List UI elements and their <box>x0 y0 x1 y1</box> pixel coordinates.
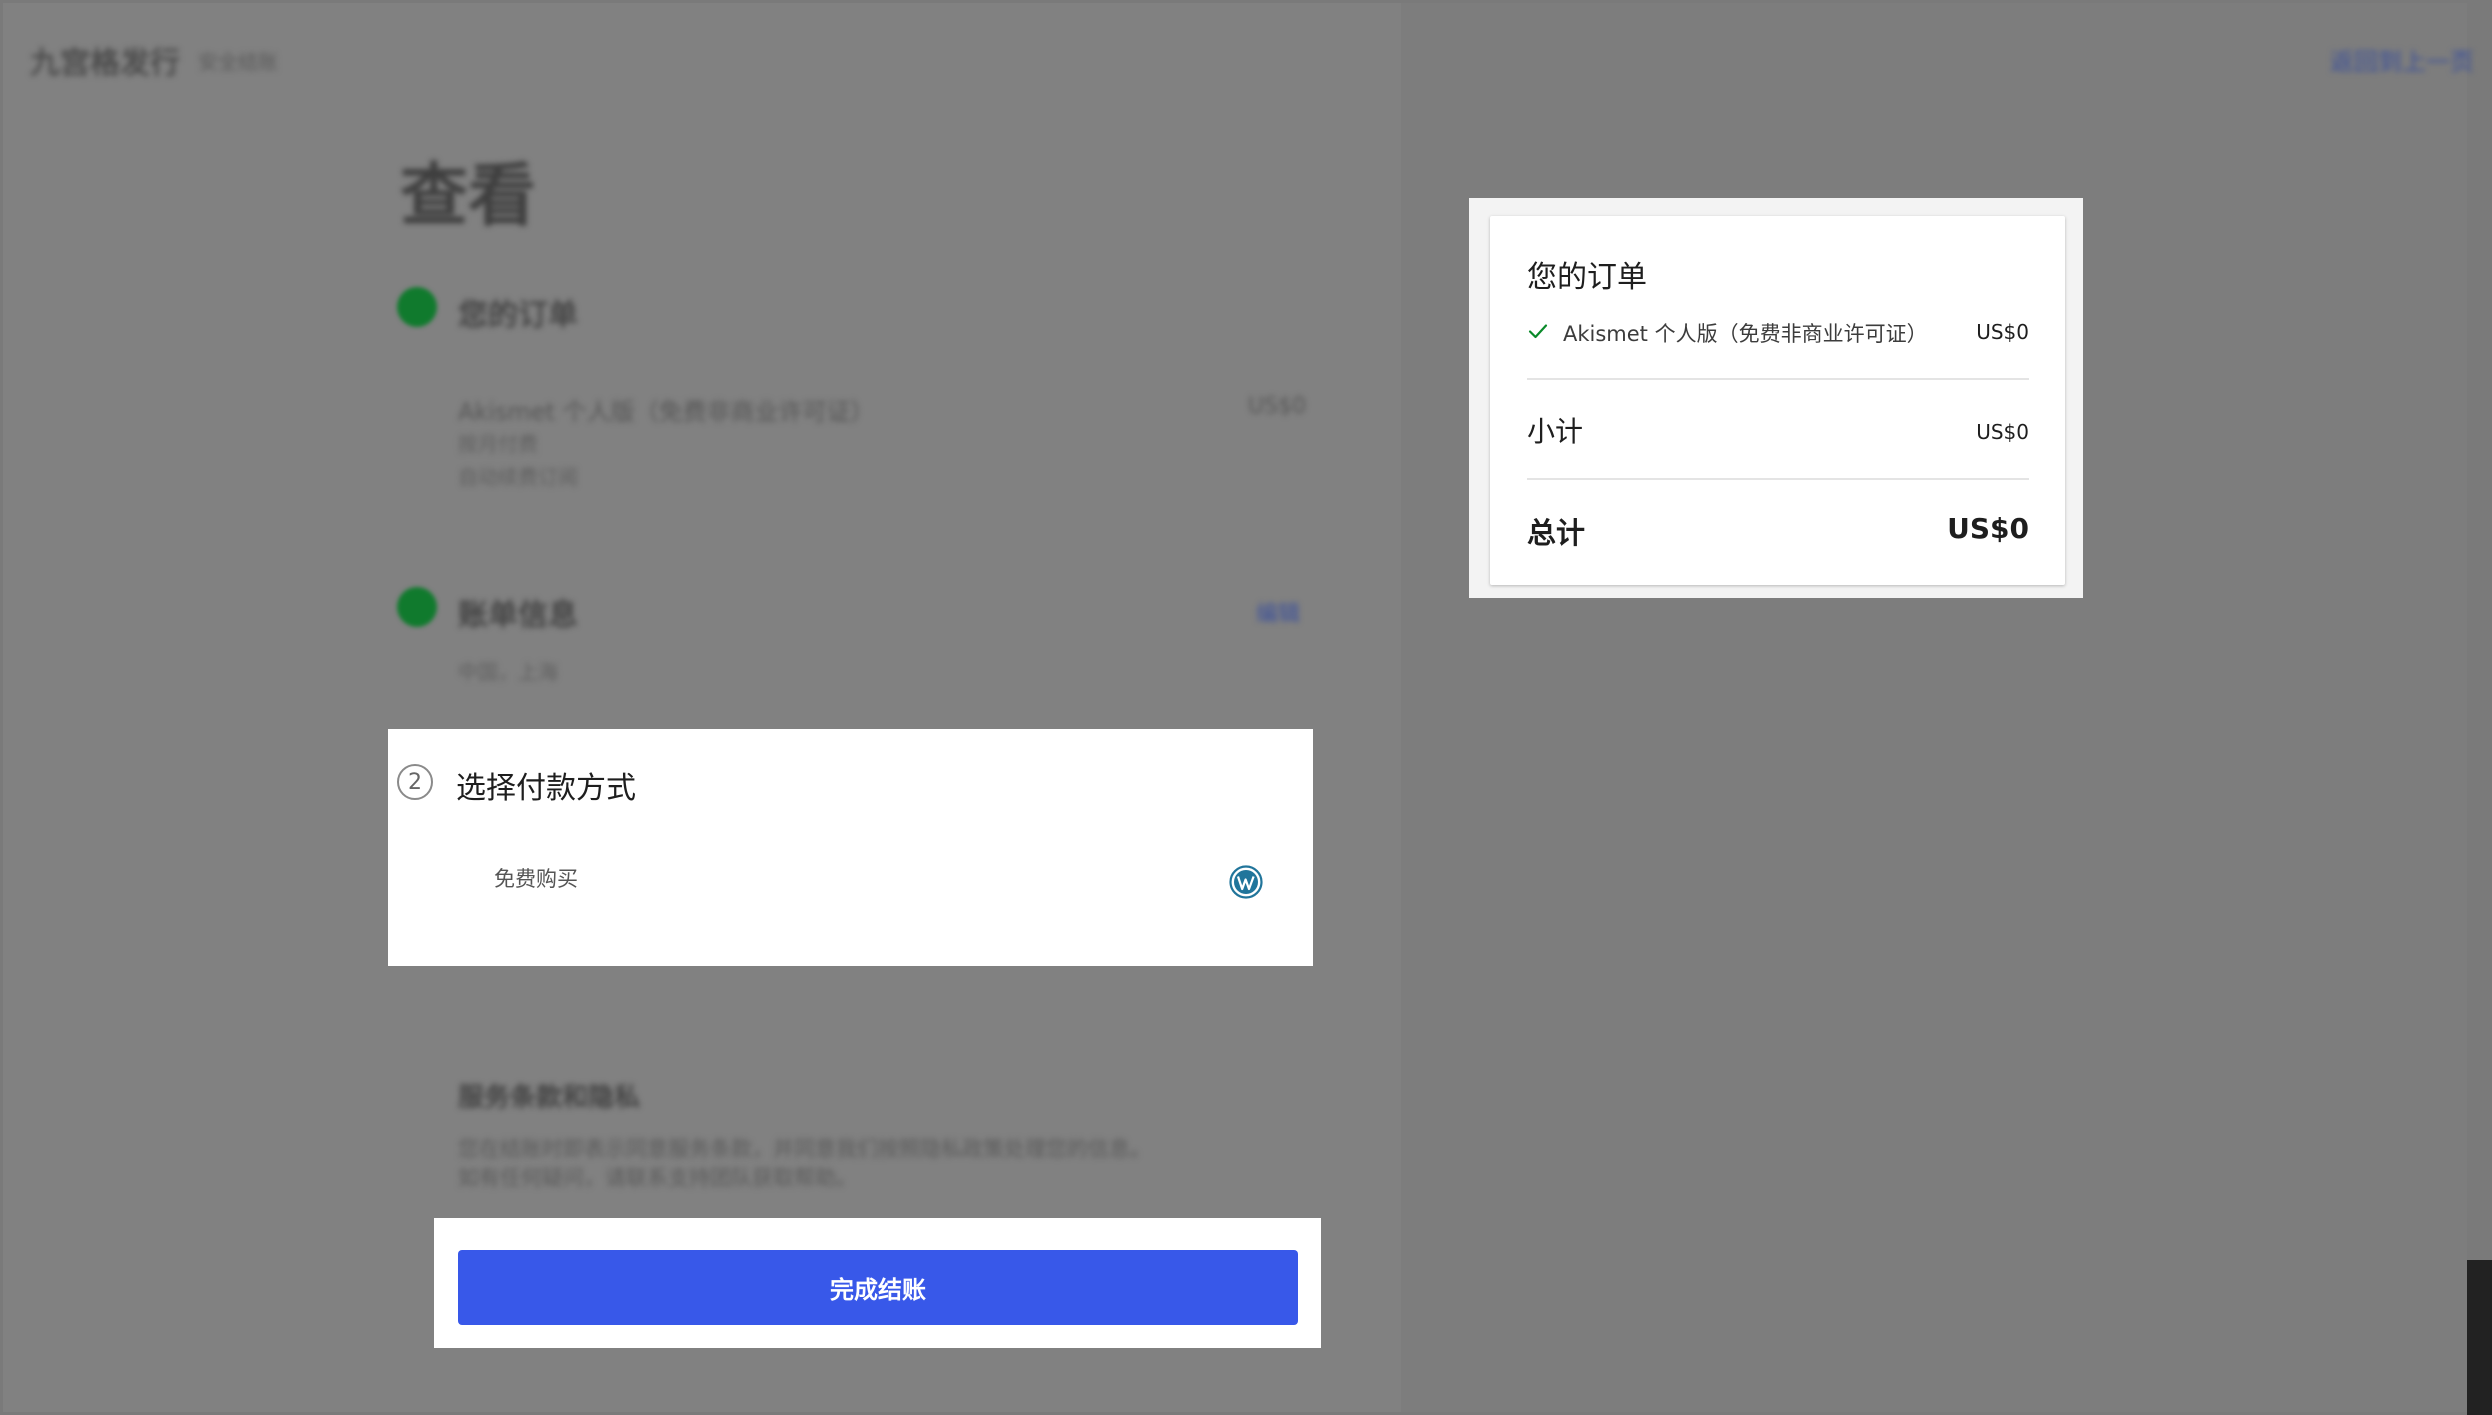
step-order-title: 您的订单 <box>458 298 578 333</box>
summary-title: 您的订单 <box>1527 260 1647 295</box>
total-label: 总计 <box>1527 516 1586 550</box>
payment-method-step: 2 选择付款方式 免费购买 <box>388 729 1313 966</box>
step-complete-icon <box>397 587 437 627</box>
subtotal-value: US$0 <box>1976 420 2029 444</box>
step-billing-title: 账单信息 <box>458 598 578 633</box>
back-link[interactable]: 返回到上一页 <box>2330 42 2474 77</box>
order-summary-panel: 您的订单 Akismet 个人版（免费非商业许可证） US$0 小计 US$0 … <box>1469 198 2083 598</box>
order-billing-period: 按月付费 <box>458 432 538 456</box>
summary-item-price: US$0 <box>1976 320 2029 344</box>
checkout-main-column <box>3 3 1401 1412</box>
checkout-button-area: 完成结账 <box>434 1218 1321 1348</box>
total-value: US$0 <box>1947 512 2029 545</box>
step-number-badge: 2 <box>397 764 433 800</box>
checkout-page <box>3 3 2467 1412</box>
order-line-item: Akismet 个人版（免费非商业许可证） <box>458 398 875 426</box>
divider <box>1527 378 2029 380</box>
secure-checkout-label: 安全结账 <box>198 50 278 74</box>
complete-checkout-button[interactable]: 完成结账 <box>458 1250 1298 1325</box>
payment-step-title: 选择付款方式 <box>456 771 636 806</box>
divider <box>1527 478 2029 480</box>
terms-title: 服务条款和隐私 <box>458 1083 641 1113</box>
subtotal-label: 小计 <box>1527 415 1584 448</box>
brand-logo-text: 九宫格发行 <box>30 46 180 81</box>
order-line-price: US$0 <box>1248 394 1307 419</box>
billing-edit-link[interactable]: 编辑 <box>1256 596 1300 628</box>
summary-item-label: Akismet 个人版（免费非商业许可证） <box>1563 322 1928 346</box>
wordpress-icon <box>1229 865 1263 899</box>
terms-text: 您在结账时即表示同意服务条款，并同意我们按照隐私政策处理您的信息。 <box>458 1137 1151 1161</box>
order-summary-card: 您的订单 Akismet 个人版（免费非商业许可证） US$0 小计 US$0 … <box>1490 216 2065 585</box>
check-icon <box>1528 324 1548 339</box>
page-title: 查看 <box>400 156 537 236</box>
order-renewal-note: 自动续费订阅 <box>458 465 578 489</box>
billing-summary: 中国，上海 <box>458 660 558 684</box>
terms-text: 如有任何疑问，请联系支持团队获取帮助。 <box>458 1166 857 1190</box>
scrollbar[interactable] <box>2467 1260 2492 1415</box>
free-purchase-option[interactable]: 免费购买 <box>494 863 578 893</box>
step-complete-icon <box>397 287 437 327</box>
